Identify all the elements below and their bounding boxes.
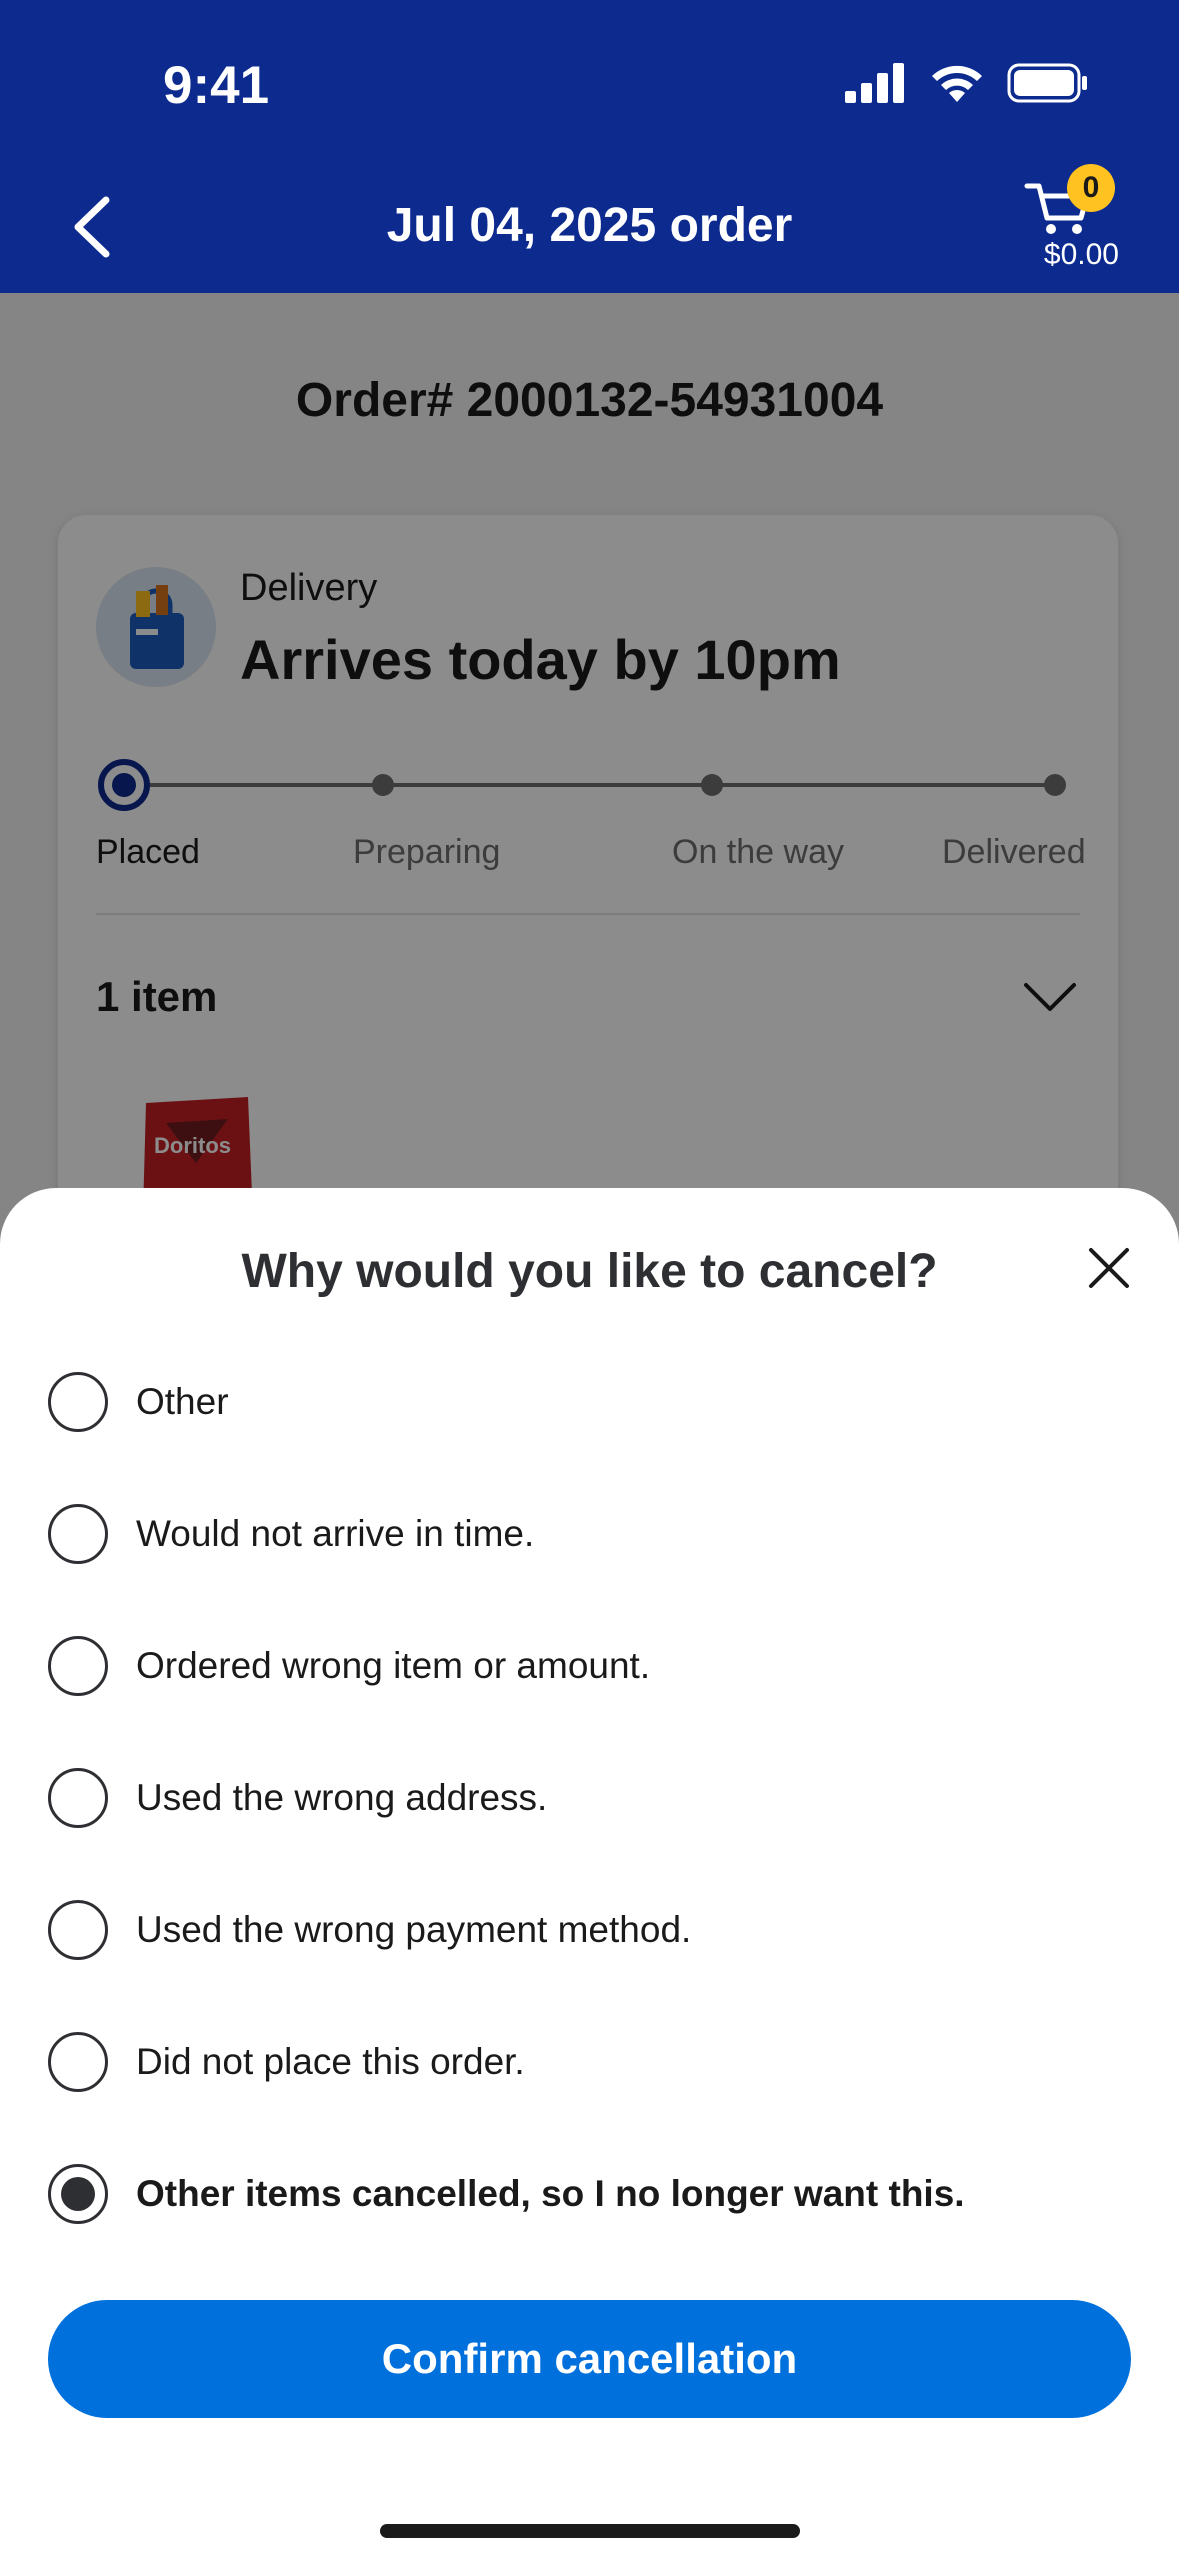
reason-option-wrong-payment[interactable]: Used the wrong payment method. [48,1890,1148,1970]
reason-label: Other [136,1381,229,1422]
reason-option-other[interactable]: Other [48,1362,1148,1442]
reason-label: Did not place this order. [136,2041,525,2082]
radio-button-selected[interactable] [48,2164,108,2224]
cart-count-badge: 0 [1067,164,1115,212]
radio-button[interactable] [48,1504,108,1564]
order-date-title: Jul 04, 2025 order [386,199,793,252]
sheet-title: Why would you like to cancel? [241,1245,938,1298]
reason-option-wrong-item[interactable]: Ordered wrong item or amount. [48,1626,1148,1706]
wifi-icon [932,65,982,102]
reason-label: Used the wrong address. [136,1777,548,1818]
reason-label: Would not arrive in time. [136,1513,535,1554]
cellular-signal-icon [845,63,904,103]
radio-button[interactable] [48,1636,108,1696]
cancel-reason-sheet: Why would you like to cancel? Other Woul… [0,1188,1179,2556]
cart-total: $0.00 [1043,238,1119,271]
reason-option-other-items-cancelled[interactable]: Other items cancelled, so I no longer wa… [48,2154,1148,2234]
reason-label: Ordered wrong item or amount. [136,1645,651,1686]
reason-label: Used the wrong payment method. [136,1909,692,1950]
reason-label: Other items cancelled, so I no longer wa… [136,2173,965,2214]
reason-option-not-arrive-in-time[interactable]: Would not arrive in time. [48,1494,1148,1574]
radio-button[interactable] [48,1372,108,1432]
radio-button[interactable] [48,1768,108,1828]
status-icons [845,62,1089,104]
radio-button[interactable] [48,2032,108,2092]
status-time: 9:41 [163,56,270,115]
confirm-cancellation-button[interactable]: Confirm cancellation [48,2300,1131,2418]
home-indicator[interactable] [380,2524,800,2538]
battery-icon [1007,63,1087,103]
close-icon[interactable] [1077,1236,1141,1300]
reason-option-wrong-address[interactable]: Used the wrong address. [48,1758,1148,1838]
reason-option-did-not-place[interactable]: Did not place this order. [48,2022,1148,2102]
radio-button[interactable] [48,1900,108,1960]
app-header: 9:41 Jul 04, 2025 order 0 $0.00 [0,0,1179,293]
header-nav-row: Jul 04, 2025 order 0 $0.00 [0,164,1179,280]
cart-button[interactable]: 0 $0.00 [1023,164,1119,284]
